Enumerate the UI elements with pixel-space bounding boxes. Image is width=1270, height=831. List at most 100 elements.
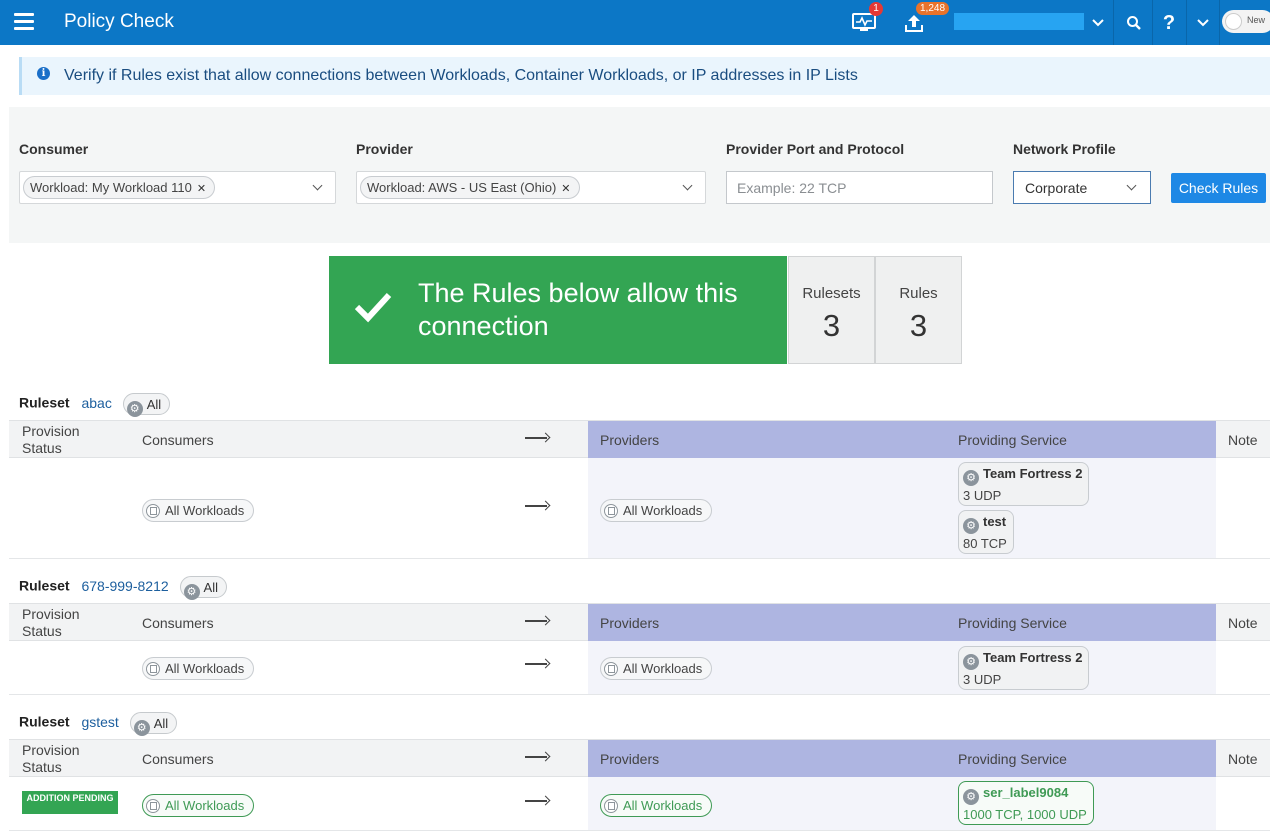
ruleset-label: Ruleset <box>19 577 70 594</box>
scope-label: All <box>203 580 218 595</box>
scope-pill: ⚙ All <box>129 712 178 736</box>
chevron-down-icon[interactable] <box>684 178 691 192</box>
workload-icon <box>604 799 618 813</box>
consumers-header: Consumers <box>142 615 214 631</box>
info-banner: i Verify if Rules exist that allow conne… <box>19 57 1270 95</box>
workload-icon <box>604 504 618 518</box>
provision-status-header: Provision Status <box>22 423 80 456</box>
gear-icon: ⚙ <box>183 584 200 600</box>
note-header: Note <box>1228 615 1258 631</box>
service-pill: ⚙ Team Fortress 2 3 UDP <box>958 462 1090 506</box>
table-row: ADDITION PENDING All Workloads All Workl… <box>9 777 1270 831</box>
menu-icon[interactable] <box>14 13 34 31</box>
user-chevron-down-icon[interactable] <box>1084 8 1112 38</box>
chevron-down-icon <box>1128 178 1135 192</box>
result-message: The Rules below allow this connection <box>418 278 738 341</box>
check-rules-button[interactable]: Check Rules <box>1171 173 1266 203</box>
ruleset-header: Ruleset abac ⚙ All <box>19 393 171 417</box>
info-banner-text: Verify if Rules exist that allow connect… <box>64 67 858 84</box>
arrow-right-icon <box>525 616 551 626</box>
table-row: All Workloads All Workloads ⚙ Team Fortre… <box>9 458 1270 559</box>
top-bar: Policy Check 1 1,248 ? New <box>0 0 1270 45</box>
provider-pill-label: All Workloads <box>623 661 703 676</box>
scope-label: All <box>153 716 169 731</box>
rulesets-stat-label: Rulesets <box>802 285 861 302</box>
provider-chip: Workload: AWS - US East (Ohio) ✕ <box>360 176 580 199</box>
service-ports: 80 TCP <box>963 536 1007 551</box>
rules-stat: Rules 3 <box>875 256 962 364</box>
ruleset-name-link[interactable]: 678-999-8212 <box>81 578 168 594</box>
service-pill: ⚙ test 80 TCP <box>958 510 1014 554</box>
providing-service-header: Providing Service <box>958 615 1067 631</box>
consumers-header: Consumers <box>142 432 214 448</box>
service-pill: ⚙ Team Fortress 2 3 UDP <box>958 646 1090 690</box>
provider-pill: All Workloads <box>600 794 713 817</box>
ruleset-label: Ruleset <box>19 394 70 411</box>
scope-pill: ⚙ All <box>122 393 171 417</box>
service-ports: 3 UDP <box>963 672 1002 687</box>
ruleset-label: Ruleset <box>19 713 70 730</box>
workload-icon <box>146 504 160 518</box>
ruleset-name-link[interactable]: gstest <box>81 714 118 730</box>
gear-icon: ⚙ <box>963 789 979 805</box>
search-icon[interactable] <box>1119 8 1149 38</box>
provider-select[interactable]: Workload: AWS - US East (Ohio) ✕ <box>356 171 706 204</box>
consumer-pill: All Workloads <box>142 794 255 817</box>
new-ui-toggle[interactable]: New <box>1222 10 1270 33</box>
more-chevron-down-icon[interactable] <box>1188 8 1218 38</box>
scope-pill: ⚙ All <box>179 576 227 600</box>
user-menu[interactable] <box>954 13 1084 30</box>
table-row: All Workloads All Workloads ⚙ Team Fortre… <box>9 641 1270 695</box>
consumer-pill-label: All Workloads <box>165 798 245 813</box>
provision-status-header: Provision Status <box>22 606 80 639</box>
providers-header: Providers <box>600 751 660 767</box>
gear-icon: ⚙ <box>133 720 150 736</box>
scope-label: All <box>146 397 162 412</box>
rules-stat-label: Rules <box>899 285 938 302</box>
page-title: Policy Check <box>64 11 174 32</box>
network-profile-label: Network Profile <box>1013 141 1116 157</box>
result-banner: The Rules below allow this connection <box>329 256 787 364</box>
consumer-pill: All Workloads <box>142 499 255 522</box>
alerts-badge: 1 <box>869 2 883 16</box>
gear-icon: ⚙ <box>963 470 979 486</box>
health-monitor-icon[interactable]: 1 <box>849 2 883 38</box>
note-header: Note <box>1228 432 1258 448</box>
consumer-pill-label: All Workloads <box>165 503 245 518</box>
service-name: Team Fortress 2 <box>983 466 1083 481</box>
network-profile-select[interactable]: Corporate <box>1013 171 1151 204</box>
consumer-pill: All Workloads <box>142 657 255 680</box>
service-pill: ⚙ ser_label9084 1000 TCP, 1000 UDP <box>958 781 1094 825</box>
service-name: test <box>983 514 1007 529</box>
consumer-select[interactable]: Workload: My Workload 110 ✕ <box>19 171 336 204</box>
provider-pill: All Workloads <box>600 657 713 680</box>
remove-consumer-icon[interactable]: ✕ <box>197 183 206 195</box>
rulesets-stat: Rulesets 3 <box>788 256 875 364</box>
remove-provider-icon[interactable]: ✕ <box>561 183 570 195</box>
provision-status-header: Provision Status <box>22 742 80 775</box>
port-protocol-label: Provider Port and Protocol <box>726 141 905 157</box>
port-protocol-input[interactable] <box>726 171 993 204</box>
info-icon: i <box>37 67 50 80</box>
network-profile-value: Corporate <box>1025 180 1088 196</box>
provider-pill: All Workloads <box>600 499 713 522</box>
help-icon[interactable]: ? <box>1154 8 1184 38</box>
consumer-chip: Workload: My Workload 110 ✕ <box>23 176 216 199</box>
ruleset-name-link[interactable]: abac <box>81 395 111 411</box>
provider-pill-label: All Workloads <box>623 503 703 518</box>
table-header: Provision Status Consumers Providers Pro… <box>9 420 1270 458</box>
workload-icon <box>146 662 160 676</box>
service-name: Team Fortress 2 <box>983 650 1083 665</box>
consumers-header: Consumers <box>142 751 214 767</box>
providing-service-header: Providing Service <box>958 432 1067 448</box>
gear-icon: ⚙ <box>963 654 979 670</box>
service-name: ser_label9084 <box>983 785 1069 800</box>
providers-header: Providers <box>600 615 660 631</box>
provider-chip-label: Workload: AWS - US East (Ohio) <box>367 180 557 195</box>
toggle-knob <box>1225 13 1242 30</box>
gear-icon: ⚙ <box>963 518 979 534</box>
service-ports: 3 UDP <box>963 488 1002 503</box>
provision-icon[interactable]: 1,248 <box>899 2 950 38</box>
consumer-pill-label: All Workloads <box>165 661 245 676</box>
chevron-down-icon[interactable] <box>314 178 321 192</box>
